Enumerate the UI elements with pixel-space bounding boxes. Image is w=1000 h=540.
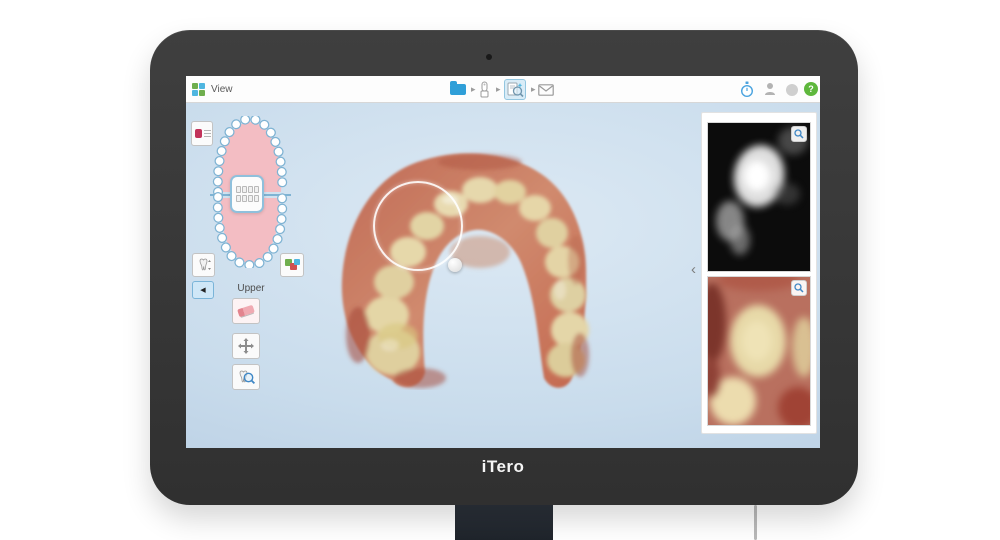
dental-scan-3d[interactable] bbox=[330, 140, 630, 390]
scanner-wand-icon[interactable] bbox=[478, 81, 491, 98]
jaw-view-toggle-button[interactable] bbox=[192, 253, 215, 277]
notification-dot-icon[interactable] bbox=[786, 84, 798, 96]
patient-folder-icon[interactable] bbox=[450, 84, 466, 95]
send-envelope-icon[interactable] bbox=[538, 84, 554, 96]
screen: View ▸ ▸ ▸ ? bbox=[186, 76, 820, 448]
magnifier-icon bbox=[794, 129, 804, 139]
color-mode-toggle-button[interactable] bbox=[280, 253, 304, 277]
move-cross-icon bbox=[237, 337, 255, 355]
bite-lower-teeth-icon bbox=[236, 195, 259, 202]
camera-icon bbox=[486, 54, 492, 60]
zoom-tooth-tool-button[interactable] bbox=[232, 364, 260, 390]
view-menu-label[interactable]: View bbox=[211, 84, 233, 95]
move-tool-button[interactable] bbox=[232, 333, 260, 359]
scene: iTero View ▸ ▸ ▸ bbox=[0, 0, 1000, 540]
intraoral-color-viewport[interactable] bbox=[707, 276, 811, 426]
eraser-icon bbox=[237, 305, 255, 318]
eraser-tool-button[interactable] bbox=[232, 298, 260, 324]
top-toolbar: View ▸ ▸ ▸ ? bbox=[186, 76, 820, 103]
panel-collapse-chevron[interactable]: ‹ bbox=[691, 261, 696, 278]
power-cable bbox=[754, 505, 757, 540]
niri-grayscale-viewport[interactable] bbox=[707, 122, 811, 272]
workflow-arrow-icon: ▸ bbox=[496, 84, 501, 95]
intraoral-image bbox=[708, 277, 810, 425]
jaw-label: Upper bbox=[206, 283, 296, 294]
color-magnify-button[interactable] bbox=[791, 280, 807, 296]
workflow-arrow-icon: ▸ bbox=[531, 84, 536, 95]
monitor-stand bbox=[455, 503, 553, 540]
magnifier-icon bbox=[794, 283, 804, 293]
niri-image bbox=[708, 123, 810, 271]
account-person-icon[interactable] bbox=[764, 82, 776, 96]
main-content: ◀ Upper bbox=[186, 103, 820, 448]
brand-logo: iTero bbox=[186, 457, 820, 477]
bite-selector-button[interactable] bbox=[230, 175, 264, 213]
niri-magnify-button[interactable] bbox=[791, 126, 807, 142]
tooth-arrows-icon bbox=[196, 256, 212, 274]
camera-panel bbox=[701, 112, 817, 434]
timer-stopwatch-icon[interactable] bbox=[740, 81, 754, 98]
apps-grid-icon[interactable] bbox=[192, 83, 205, 96]
loupe-handle[interactable] bbox=[448, 258, 462, 272]
bite-upper-teeth-icon bbox=[236, 186, 259, 193]
magnifier-loupe[interactable] bbox=[373, 181, 463, 271]
tooth-magnifier-icon bbox=[236, 368, 256, 386]
workflow-arrow-icon: ▸ bbox=[471, 84, 476, 95]
help-icon[interactable]: ? bbox=[804, 82, 818, 96]
view-step-active-icon[interactable] bbox=[504, 79, 526, 100]
